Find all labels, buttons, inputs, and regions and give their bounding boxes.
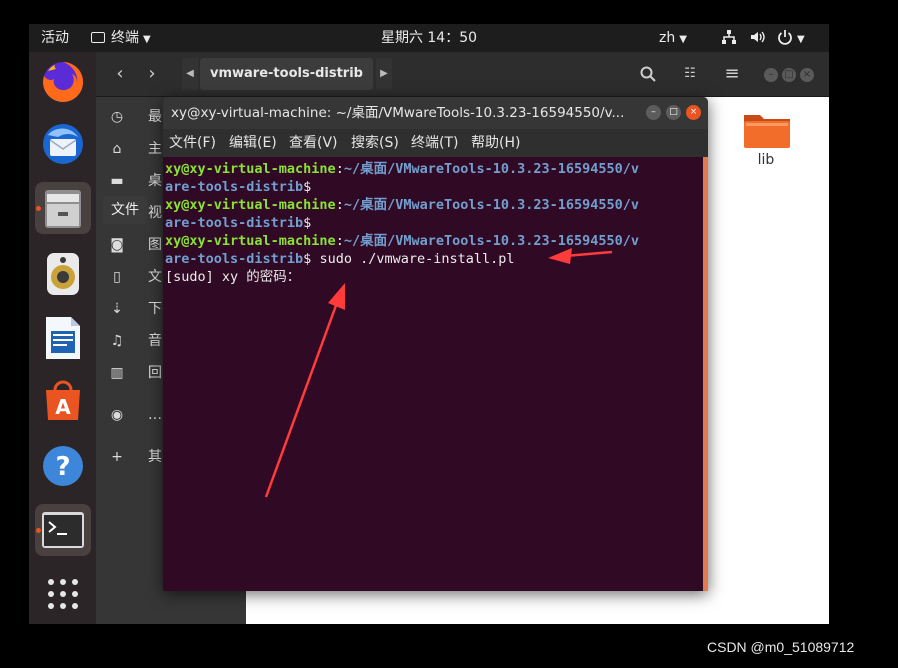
watermark: CSDN @m0_51089712 [707,639,855,655]
arrow-to-command [548,248,613,264]
arrow-to-password [264,283,345,498]
annotation-arrows [264,248,613,498]
